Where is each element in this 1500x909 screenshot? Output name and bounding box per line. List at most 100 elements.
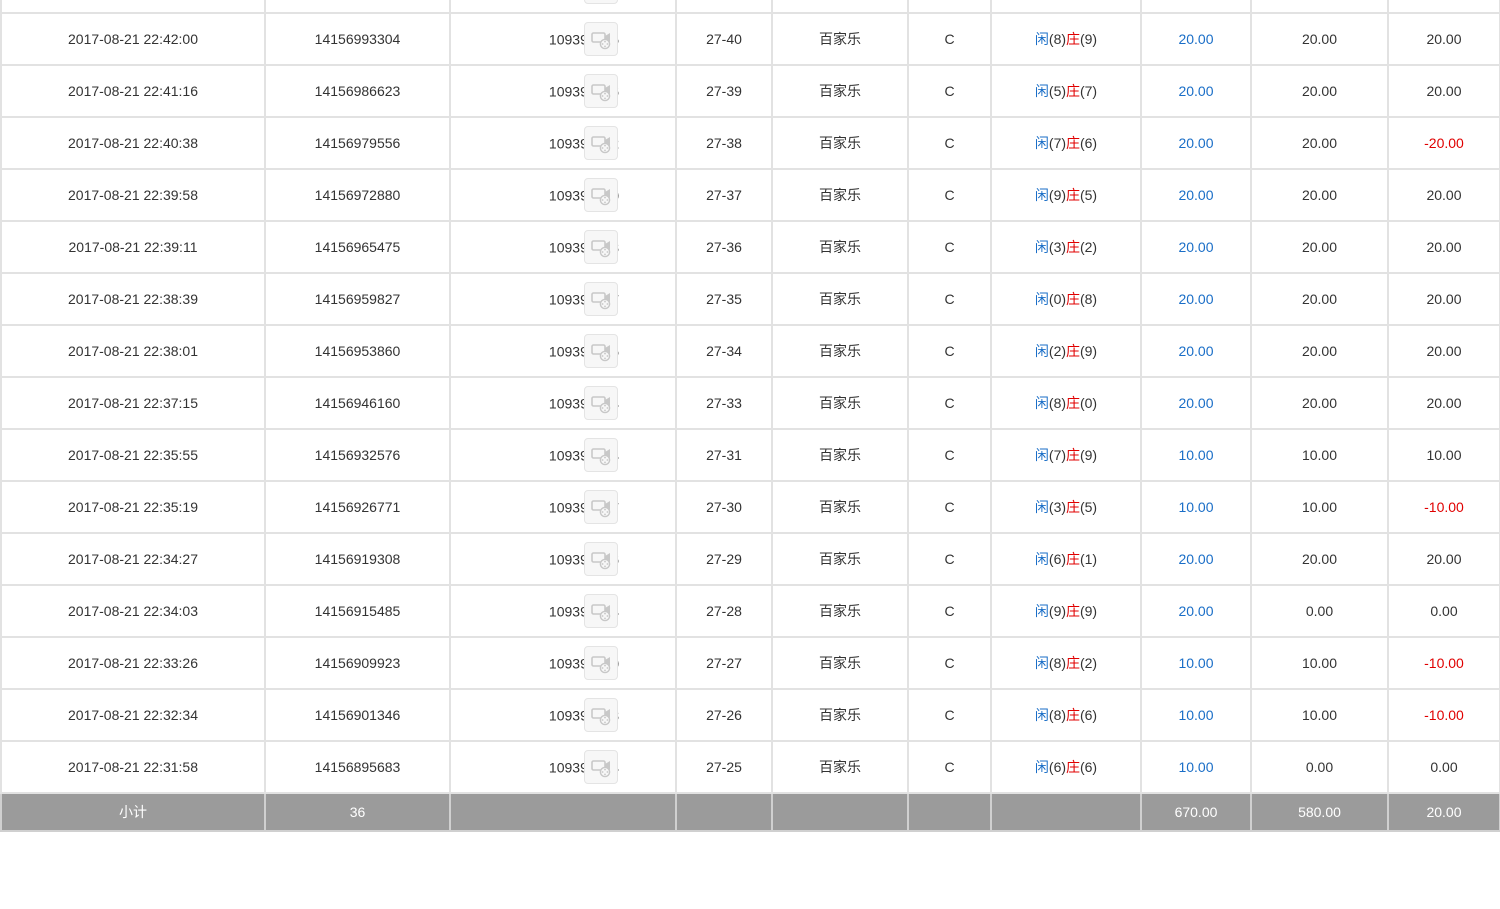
player-score: (8) bbox=[1048, 707, 1067, 723]
subtotal-empty-cell bbox=[907, 792, 992, 832]
table-row: 2017-08-21 22:40:38 14156979556 10939331… bbox=[0, 116, 1500, 170]
table-code-cell: C bbox=[907, 116, 992, 170]
subtotal-bet: 670.00 bbox=[1140, 792, 1252, 832]
replay-button[interactable] bbox=[584, 698, 618, 732]
result-cell: 闲(6) 庄(6) bbox=[990, 740, 1142, 794]
round-id-cell: 109393174 bbox=[449, 376, 677, 430]
banker-score: (6) bbox=[1079, 135, 1098, 151]
banker-label: 庄 bbox=[1065, 707, 1080, 723]
player-score: (6) bbox=[1048, 551, 1067, 567]
banker-score: (5) bbox=[1079, 187, 1098, 203]
bet-time-cell: 2017-08-21 22:34:27 bbox=[0, 532, 266, 586]
player-score: (5) bbox=[1048, 83, 1067, 99]
replay-button[interactable] bbox=[584, 334, 618, 368]
table-code-cell: C bbox=[907, 324, 992, 378]
subtotal-empty-cell bbox=[675, 792, 773, 832]
bet-amount-cell: 20.00 bbox=[1140, 12, 1252, 66]
replay-button[interactable] bbox=[584, 22, 618, 56]
win-loss-cell: 20.00 bbox=[1387, 532, 1500, 586]
table-code-cell: C bbox=[907, 376, 992, 430]
replay-button[interactable] bbox=[584, 178, 618, 212]
win-loss-cell: -10.00 bbox=[1387, 688, 1500, 742]
player-label: 闲 bbox=[1034, 395, 1049, 411]
win-loss-cell: -10.00 bbox=[1387, 480, 1500, 534]
bet-id-cell: 14156953860 bbox=[264, 324, 451, 378]
win-loss-cell: 20.00 bbox=[1387, 324, 1500, 378]
bet-id-cell: 14156901346 bbox=[264, 688, 451, 742]
banker-label: 庄 bbox=[1065, 551, 1080, 567]
valid-bet-cell: 10.00 bbox=[1250, 480, 1389, 534]
banker-score: (2) bbox=[1079, 239, 1098, 255]
game-type-cell: 百家乐 bbox=[771, 324, 909, 378]
game-type-cell: 百家乐 bbox=[771, 376, 909, 430]
table-shoe-cell: 27-36 bbox=[675, 220, 773, 274]
replay-button[interactable] bbox=[584, 126, 618, 160]
table-row: 2017-08-21 22:41:16 14156986623 10939333… bbox=[0, 64, 1500, 118]
result-cell: 闲(5) 庄(7) bbox=[990, 64, 1142, 118]
round-id-cell: 109392998 bbox=[449, 688, 677, 742]
result-cell: 闲(7) 庄(6) bbox=[990, 116, 1142, 170]
game-type-cell: 百家乐 bbox=[771, 12, 909, 66]
player-label: 闲 bbox=[1034, 447, 1049, 463]
table-code-cell: C bbox=[907, 12, 992, 66]
table-code-cell: C bbox=[907, 272, 992, 326]
game-type-cell: 百家乐 bbox=[771, 584, 909, 638]
valid-bet-cell: 10.00 bbox=[1250, 688, 1389, 742]
bet-amount-cell: 10.00 bbox=[1140, 688, 1252, 742]
bet-time-cell: 2017-08-21 22:35:19 bbox=[0, 480, 266, 534]
valid-bet-cell: 0.00 bbox=[1250, 740, 1389, 794]
table-shoe-cell: 27-27 bbox=[675, 636, 773, 690]
replay-button[interactable] bbox=[584, 646, 618, 680]
replay-button[interactable] bbox=[584, 594, 618, 628]
player-score: (8) bbox=[1048, 655, 1067, 671]
bet-time-cell: 2017-08-21 22:42:00 bbox=[0, 12, 266, 66]
replay-button[interactable] bbox=[584, 74, 618, 108]
replay-button[interactable] bbox=[584, 542, 618, 576]
result-cell: 闲(3) 庄(2) bbox=[990, 220, 1142, 274]
table-row: 2017-08-21 22:38:01 14156953860 10939320… bbox=[0, 324, 1500, 378]
banker-label: 庄 bbox=[1065, 239, 1080, 255]
game-type-cell: 百家乐 bbox=[771, 532, 909, 586]
result-cell: 闲(3) 庄(5) bbox=[990, 480, 1142, 534]
player-label: 闲 bbox=[1034, 83, 1049, 99]
win-loss-cell: 0.00 bbox=[1387, 584, 1500, 638]
bet-id-cell: 14156986623 bbox=[264, 64, 451, 118]
result-cell: 闲(3) 庄(6) bbox=[990, 0, 1142, 14]
table-row: 2017-08-21 22:37:15 14156946160 10939317… bbox=[0, 376, 1500, 430]
replay-button[interactable] bbox=[584, 438, 618, 472]
table-code-cell: C bbox=[907, 0, 992, 14]
bet-amount-cell: 20.00 bbox=[1140, 116, 1252, 170]
replay-button[interactable] bbox=[584, 282, 618, 316]
table-shoe-cell: 27-31 bbox=[675, 428, 773, 482]
replay-button[interactable] bbox=[584, 230, 618, 264]
bet-time-cell: 2017-08-21 22:41:16 bbox=[0, 64, 266, 118]
bet-amount-cell: 10.00 bbox=[1140, 636, 1252, 690]
bet-time-cell: 2017-08-21 22:39:11 bbox=[0, 220, 266, 274]
subtotal-count: 36 bbox=[264, 792, 451, 832]
table-row: 2017-08-21 22:39:11 14156965475 10939325… bbox=[0, 220, 1500, 274]
bet-record-table-container: 2017-08-21 22:42:34 14156999115 10939338… bbox=[0, 0, 1500, 832]
bet-time-cell: 2017-08-21 22:40:38 bbox=[0, 116, 266, 170]
player-score: (0) bbox=[1048, 291, 1067, 307]
table-row: 2017-08-21 22:35:19 14156926771 10939309… bbox=[0, 480, 1500, 534]
bet-id-cell: 14156972880 bbox=[264, 168, 451, 222]
bet-time-cell: 2017-08-21 22:42:34 bbox=[0, 0, 266, 14]
bet-id-cell: 14156979556 bbox=[264, 116, 451, 170]
bet-id-cell: 14156959827 bbox=[264, 272, 451, 326]
valid-bet-cell: 20.00 bbox=[1250, 324, 1389, 378]
replay-button[interactable] bbox=[584, 490, 618, 524]
player-label: 闲 bbox=[1034, 239, 1049, 255]
replay-button[interactable] bbox=[584, 0, 618, 4]
table-shoe-cell: 27-28 bbox=[675, 584, 773, 638]
replay-video-icon bbox=[591, 32, 611, 50]
result-cell: 闲(9) 庄(9) bbox=[990, 584, 1142, 638]
bet-time-cell: 2017-08-21 22:34:03 bbox=[0, 584, 266, 638]
bet-id-cell: 14156965475 bbox=[264, 220, 451, 274]
bet-id-cell: 14156919308 bbox=[264, 532, 451, 586]
replay-button[interactable] bbox=[584, 750, 618, 784]
replay-button[interactable] bbox=[584, 386, 618, 420]
subtotal-row: 小计 36 670.00 580.00 20.00 bbox=[0, 792, 1500, 832]
result-cell: 闲(7) 庄(9) bbox=[990, 428, 1142, 482]
player-score: (9) bbox=[1048, 603, 1067, 619]
table-shoe-cell: 27-35 bbox=[675, 272, 773, 326]
